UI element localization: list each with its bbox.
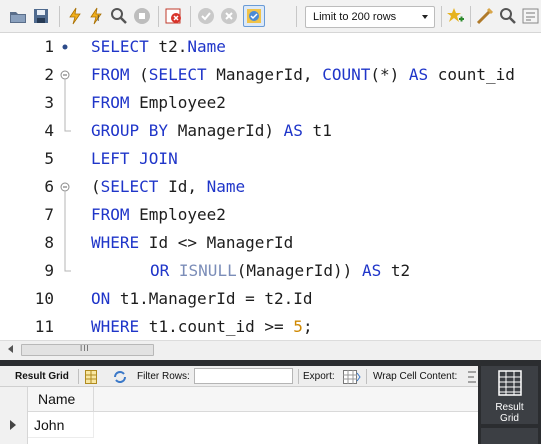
svg-text:I: I — [97, 14, 99, 23]
commit-icon[interactable] — [197, 7, 215, 25]
execute-icon[interactable] — [66, 7, 84, 25]
editor-line: 11 WHERE t1.count_id >= 5; — [0, 313, 541, 340]
editor-horizontal-scrollbar[interactable]: III — [0, 340, 541, 360]
line-number: 6 — [44, 177, 54, 196]
editor-line: 10 ON t1.ManagerId = t2.Id — [0, 285, 541, 313]
toggle-error-icon[interactable] — [165, 7, 183, 25]
line-number: 11 — [34, 317, 54, 336]
scroll-left-icon[interactable] — [8, 345, 13, 353]
code-text: WHERE t1.count_id >= 5; — [91, 317, 313, 336]
editor-line: 6 (SELECT Id, Name — [0, 173, 541, 201]
result-side-panel: Result Grid — [478, 366, 541, 444]
editor-line: 9 OR ISNULL(ManagerId)) AS t2 — [0, 257, 541, 285]
stop-icon[interactable] — [133, 7, 151, 25]
sql-editor[interactable]: 1 SELECT t2.Name 2 FROM (SELECT ManagerI… — [0, 33, 541, 340]
current-row-icon — [10, 420, 16, 430]
result-toolbar: Result Grid Filter Rows: Export: Wrap Ce… — [0, 366, 478, 387]
line-number: 10 — [34, 289, 54, 308]
open-file-icon[interactable] — [9, 7, 27, 25]
execute-current-icon[interactable]: I — [88, 7, 106, 25]
editor-line: 5 LEFT JOIN — [0, 145, 541, 173]
result-grid-label[interactable]: Result Grid — [15, 366, 69, 387]
form-editor-button[interactable] — [481, 428, 538, 444]
result-grid-button[interactable]: Result Grid — [481, 366, 538, 424]
code-text: LEFT JOIN — [91, 149, 178, 168]
grid-cell[interactable]: John — [28, 412, 94, 438]
fold-collapse-icon[interactable] — [58, 173, 72, 201]
line-number: 4 — [44, 121, 54, 140]
limit-rows-select[interactable]: Limit to 200 rows — [305, 6, 435, 28]
fold-collapse-icon[interactable] — [58, 61, 72, 89]
sql-editor-toolbar: I Limit to 200 rows — [0, 0, 541, 33]
result-grid-button-label: Result Grid — [495, 402, 524, 424]
code-text: FROM Employee2 — [91, 205, 226, 224]
scrollbar-thumb[interactable]: III — [21, 344, 154, 356]
filter-rows-input[interactable] — [194, 368, 293, 384]
code-text: ON t1.ManagerId = t2.Id — [91, 289, 313, 308]
editor-line: 7 FROM Employee2 — [0, 201, 541, 229]
wrap-cell-content-label: Wrap Cell Content: — [373, 371, 458, 382]
code-text: OR ISNULL(ManagerId)) AS t2 — [150, 261, 411, 280]
save-icon[interactable] — [32, 7, 50, 25]
line-number: 5 — [44, 149, 54, 168]
line-number: 1 — [44, 37, 54, 56]
line-number: 8 — [44, 233, 54, 252]
editor-line: 3 FROM Employee2 — [0, 89, 541, 117]
line-number: 2 — [44, 65, 54, 84]
editor-line: 2 FROM (SELECT ManagerId, COUNT(*) AS co… — [0, 61, 541, 89]
code-text: SELECT t2.Name — [91, 37, 226, 56]
add-snippet-icon[interactable] — [446, 7, 464, 25]
current-statement-marker — [58, 33, 72, 61]
line-number: 9 — [44, 261, 54, 280]
code-text: (SELECT Id, Name — [91, 177, 246, 196]
fold-line — [58, 201, 72, 229]
fold-end — [58, 257, 72, 285]
editor-line: 8 WHERE Id <> ManagerId — [0, 229, 541, 257]
chevron-down-icon — [422, 15, 428, 19]
filter-rows-label: Filter Rows: — [137, 371, 190, 382]
line-number: 3 — [44, 93, 54, 112]
export-label: Export: — [303, 371, 335, 382]
limit-rows-label: Limit to 200 rows — [313, 11, 397, 23]
result-grid: Name John — [0, 387, 478, 444]
code-text: WHERE Id <> ManagerId — [91, 233, 294, 252]
invisible-chars-icon[interactable] — [522, 7, 540, 25]
autocommit-icon[interactable] — [243, 5, 265, 27]
editor-line: 4 GROUP BY ManagerId) AS t1 — [0, 117, 541, 145]
find-icon[interactable] — [499, 7, 517, 25]
line-number: 7 — [44, 205, 54, 224]
editor-line: 1 SELECT t2.Name — [0, 33, 541, 61]
code-text: GROUP BY ManagerId) AS t1 — [91, 121, 332, 140]
scrollbar-grip: III — [80, 344, 90, 353]
rollback-icon[interactable] — [220, 7, 238, 25]
column-header-name[interactable]: Name — [28, 387, 94, 412]
code-text: FROM Employee2 — [91, 93, 226, 112]
fold-line — [58, 89, 72, 117]
row-header-corner — [0, 387, 28, 412]
result-grid-icon — [498, 370, 522, 396]
fold-end — [58, 117, 72, 145]
explain-icon[interactable] — [110, 7, 128, 25]
beautify-icon[interactable] — [476, 7, 494, 25]
fold-line — [58, 229, 72, 257]
code-text: FROM (SELECT ManagerId, COUNT(*) AS coun… — [91, 65, 515, 84]
